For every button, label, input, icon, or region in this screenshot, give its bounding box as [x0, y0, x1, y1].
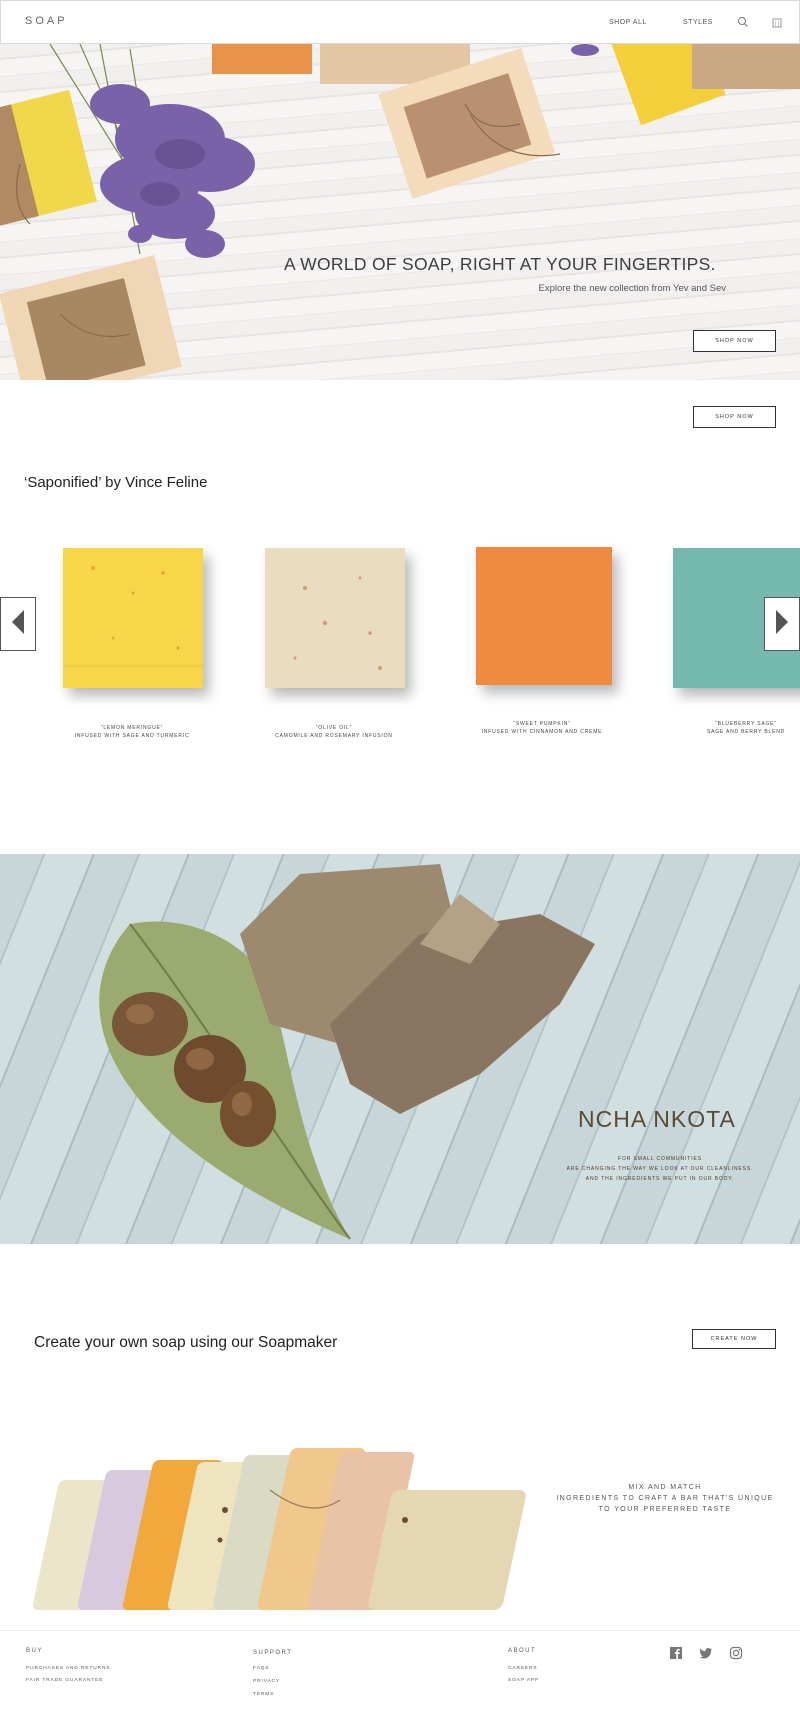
mix-line-3: TO YOUR PREFERRED TASTE — [598, 1506, 732, 1513]
soap-olive-oil[interactable] — [265, 548, 405, 688]
feature-description: FOR SMALL COMMUNITIES ARE CHANGING THE W… — [555, 1154, 765, 1184]
hero-subtitle: Explore the new collection from Yev and … — [538, 283, 726, 294]
soap-lemon-meringue[interactable] — [63, 548, 203, 688]
twitter-icon[interactable] — [699, 1646, 713, 1660]
chevron-left-icon — [10, 608, 26, 641]
nav-shop-all[interactable]: SHOP ALL — [609, 19, 647, 26]
soap-caption-blueberry: “BLUEBERRY SAGE” SAGE AND BERRY BLEND — [656, 720, 800, 736]
soapmaker-description: MIX AND MATCH INGREDIENTS TO CRAFT A BAR… — [555, 1482, 775, 1515]
facebook-icon[interactable] — [669, 1646, 683, 1660]
page: SOAP SHOP ALL STYLES A WORLD OF SOAP, RI… — [0, 0, 800, 1731]
hero-image — [0, 44, 800, 380]
mix-line-2: INGREDIENTS TO CRAFT A BAR THAT'S UNIQUE — [556, 1495, 774, 1502]
feature-image — [99, 864, 595, 1240]
carousel-prev-button[interactable] — [0, 597, 36, 651]
soap-sweet-pumpkin[interactable] — [476, 547, 612, 685]
soap-caption-pumpkin: “SWEET PUMPKIN” INFUSED WITH CINNAMON AN… — [442, 720, 642, 736]
nav-styles[interactable]: STYLES — [683, 19, 713, 26]
collection-title: ‘Saponified’ by Vince Feline — [24, 474, 208, 491]
footer-link-fair-trade[interactable]: FAIR TRADE GUARANTEE — [26, 1678, 103, 1683]
soap-bars-image — [32, 1448, 526, 1610]
soap-name: “LEMON MERINGUE” — [100, 725, 164, 731]
soap-caption-olive: “OLIVE OIL” CAMOMILE AND ROSEMARY INFUSI… — [234, 724, 434, 740]
footer-buy-heading: BUY — [26, 1648, 43, 1654]
footer-link-soap-app[interactable]: SOAP APP — [508, 1678, 539, 1683]
hero-title: A WORLD OF SOAP, RIGHT AT YOUR FINGERTIP… — [284, 254, 716, 274]
footer-about-heading: ABOUT — [508, 1648, 537, 1654]
footer-link-privacy[interactable]: PRIVACY — [253, 1679, 280, 1684]
feature-banner — [0, 854, 800, 1244]
instagram-icon[interactable] — [729, 1646, 743, 1660]
shop-now-button[interactable]: SHOP NOW — [693, 406, 776, 428]
soapmaker-title: Create your own soap using our Soapmaker — [34, 1334, 338, 1351]
soap-texture — [293, 576, 382, 670]
chevron-right-icon — [774, 608, 790, 641]
feature-title: NCHA NKOTA — [578, 1106, 736, 1132]
footer-link-faqs[interactable]: FAQS — [253, 1666, 269, 1671]
soap-description: SAGE AND BERRY BLEND — [706, 729, 786, 735]
shopping-bag-icon[interactable] — [770, 15, 784, 29]
soap-description: INFUSED WITH CINNAMON AND CREME — [481, 729, 603, 735]
soap-name: “BLUEBERRY SAGE” — [715, 721, 777, 727]
soap-texture — [63, 566, 203, 667]
logo[interactable]: SOAP — [25, 15, 68, 27]
hero-shop-now-button[interactable]: SHOP NOW — [693, 330, 776, 352]
soap-name: “SWEET PUMPKIN” — [513, 721, 571, 727]
create-now-button[interactable]: CREATE NOW — [692, 1329, 776, 1349]
footer-support-heading: SUPPORT — [253, 1650, 293, 1656]
footer-link-purchases[interactable]: PURCHASES AND RETURNS — [26, 1666, 110, 1671]
soap-caption-lemon: “LEMON MERINGUE” INFUSED WITH SAGE AND T… — [32, 724, 232, 740]
soap-description: CAMOMILE AND ROSEMARY INFUSION — [275, 733, 393, 739]
mix-line-1: MIX AND MATCH — [628, 1484, 702, 1491]
feature-line-3: AND THE INGREDIENTS WE PUT IN OUR BODY. — [585, 1176, 735, 1182]
feature-line-1: FOR SMALL COMMUNITIES — [618, 1156, 702, 1162]
carousel-next-button[interactable] — [764, 597, 800, 651]
soap-description: INFUSED WITH SAGE AND TURMERIC — [74, 733, 190, 739]
feature-line-2: ARE CHANGING THE WAY WE LOOK AT OUR CLEA… — [566, 1166, 754, 1172]
footer-link-terms[interactable]: TERMS — [253, 1692, 274, 1697]
soap-name: “OLIVE OIL” — [315, 725, 353, 731]
search-icon[interactable] — [736, 15, 750, 29]
top-nav: SOAP SHOP ALL STYLES — [0, 0, 800, 44]
footer-link-careers[interactable]: CAREERS — [508, 1666, 538, 1671]
hero-banner: A WORLD OF SOAP, RIGHT AT YOUR FINGERTIP… — [0, 44, 800, 380]
